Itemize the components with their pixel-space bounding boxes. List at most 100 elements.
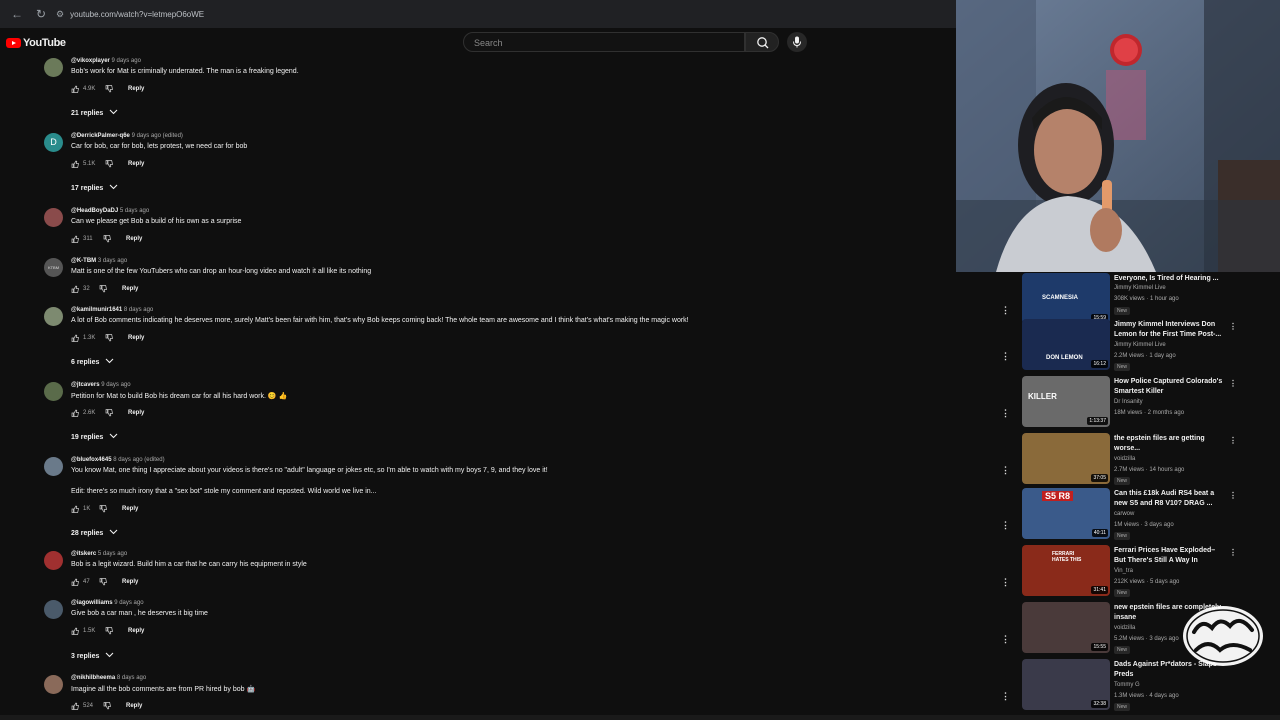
- more-options-icon[interactable]: ⋮: [1001, 352, 1010, 361]
- comment-time[interactable]: 3 days ago: [98, 258, 127, 264]
- back-icon[interactable]: ←: [10, 7, 24, 21]
- comment-author[interactable]: @kamilmunir1641: [71, 307, 122, 313]
- avatar[interactable]: [44, 58, 63, 77]
- comment-time[interactable]: 5 days ago: [120, 208, 149, 214]
- dislike-icon[interactable]: [99, 505, 107, 513]
- dislike-icon[interactable]: [105, 334, 113, 342]
- view-replies-button[interactable]: 19 replies: [71, 433, 118, 441]
- like-icon[interactable]: [71, 578, 79, 586]
- recommended-video[interactable]: ⋮ 37:05 the epstein files are getting wo…: [1000, 432, 1280, 489]
- more-options-icon[interactable]: ⋮: [1229, 491, 1237, 500]
- more-options-icon[interactable]: ⋮: [1001, 635, 1010, 644]
- avatar[interactable]: [44, 457, 63, 476]
- search-button[interactable]: [745, 32, 779, 52]
- dislike-icon[interactable]: [103, 702, 111, 710]
- comment-time[interactable]: 9 days ago (edited): [132, 133, 183, 139]
- dislike-icon[interactable]: [105, 627, 113, 635]
- dislike-icon[interactable]: [105, 85, 113, 93]
- reply-button[interactable]: Reply: [122, 286, 138, 292]
- reply-button[interactable]: Reply: [122, 579, 138, 585]
- recommended-video[interactable]: ⋮ DON LEMON 16:12 Jimmy Kimmel Interview…: [1000, 318, 1280, 375]
- recommended-video[interactable]: ⋮ FERRARI HATES THIS 31:41 Ferrari Price…: [1000, 544, 1280, 601]
- video-thumbnail[interactable]: SCAMNESIA 15:59: [1022, 273, 1110, 324]
- like-icon[interactable]: [71, 285, 79, 293]
- video-title[interactable]: Everyone, Is Tired of Hearing ...: [1114, 274, 1226, 284]
- comment-author[interactable]: @bluefox4645: [71, 457, 112, 463]
- video-thumbnail[interactable]: 37:05: [1022, 433, 1110, 484]
- more-options-icon[interactable]: ⋮: [1229, 322, 1237, 331]
- reload-icon[interactable]: ↻: [34, 7, 48, 21]
- reply-button[interactable]: Reply: [128, 335, 144, 341]
- address-bar[interactable]: ⚙ youtube.com/watch?v=letmepO6oWE: [56, 4, 936, 24]
- avatar[interactable]: [44, 382, 63, 401]
- comment-author[interactable]: @jtcavers: [71, 382, 100, 388]
- dislike-icon[interactable]: [105, 409, 113, 417]
- video-title[interactable]: the epstein files are getting worse...: [1114, 434, 1226, 454]
- comment-time[interactable]: 8 days ago: [117, 675, 146, 681]
- view-replies-button[interactable]: 21 replies: [71, 109, 118, 117]
- channel-name[interactable]: carwow: [1114, 511, 1134, 517]
- comment-time[interactable]: 5 days ago: [98, 551, 127, 557]
- comment-author[interactable]: @K-TBM: [71, 258, 96, 264]
- like-icon[interactable]: [71, 160, 79, 168]
- comment-time[interactable]: 8 days ago (edited): [113, 457, 164, 463]
- video-thumbnail[interactable]: KILLER 1:13:37: [1022, 376, 1110, 427]
- comment-time[interactable]: 8 days ago: [124, 307, 153, 313]
- like-icon[interactable]: [71, 85, 79, 93]
- like-icon[interactable]: [71, 627, 79, 635]
- comment-author[interactable]: @HeadBoyDaDJ: [71, 208, 118, 214]
- more-options-icon[interactable]: ⋮: [1001, 578, 1010, 587]
- more-options-icon[interactable]: ⋮: [1001, 521, 1010, 530]
- more-options-icon[interactable]: ⋮: [1001, 692, 1010, 701]
- video-thumbnail[interactable]: 32:38: [1022, 659, 1110, 710]
- comment-author[interactable]: @itskerc: [71, 551, 96, 557]
- channel-name[interactable]: Jimmy Kimmel Live: [1114, 342, 1166, 348]
- search-input[interactable]: Search: [463, 32, 745, 52]
- video-thumbnail[interactable]: DON LEMON 16:12: [1022, 319, 1110, 370]
- avatar[interactable]: [44, 600, 63, 619]
- comment-author[interactable]: @vikoxplayer: [71, 58, 110, 64]
- recommended-video[interactable]: ⋮ S5 R8 40:11 Can this £18k Audi RS4 bea…: [1000, 487, 1280, 544]
- reply-button[interactable]: Reply: [122, 506, 138, 512]
- channel-name[interactable]: Vin_tra: [1114, 568, 1133, 574]
- video-title[interactable]: Can this £18k Audi RS4 beat a new S5 and…: [1114, 489, 1226, 509]
- youtube-logo[interactable]: YouTube: [6, 37, 66, 49]
- more-options-icon[interactable]: ⋮: [1229, 548, 1237, 557]
- reply-button[interactable]: Reply: [128, 628, 144, 634]
- avatar[interactable]: [44, 675, 63, 694]
- video-thumbnail[interactable]: FERRARI HATES THIS 31:41: [1022, 545, 1110, 596]
- dislike-icon[interactable]: [105, 160, 113, 168]
- avatar[interactable]: KTBM: [44, 258, 63, 277]
- channel-name[interactable]: Tommy G: [1114, 682, 1140, 688]
- like-icon[interactable]: [71, 235, 79, 243]
- video-title[interactable]: Ferrari Prices Have Exploded– But There'…: [1114, 546, 1226, 566]
- reply-button[interactable]: Reply: [128, 161, 144, 167]
- like-icon[interactable]: [71, 505, 79, 513]
- avatar[interactable]: [44, 307, 63, 326]
- avatar[interactable]: [44, 551, 63, 570]
- more-options-icon[interactable]: ⋮: [1001, 409, 1010, 418]
- more-options-icon[interactable]: ⋮: [1001, 466, 1010, 475]
- channel-name[interactable]: voidzilla: [1114, 625, 1135, 631]
- video-title[interactable]: Jimmy Kimmel Interviews Don Lemon for th…: [1114, 320, 1226, 340]
- avatar[interactable]: D: [44, 133, 63, 152]
- dislike-icon[interactable]: [99, 285, 107, 293]
- dislike-icon[interactable]: [99, 578, 107, 586]
- channel-name[interactable]: voidzilla: [1114, 456, 1135, 462]
- view-replies-button[interactable]: 28 replies: [71, 529, 118, 537]
- comment-author[interactable]: @nikhilbheema: [71, 675, 115, 681]
- comment-time[interactable]: 9 days ago: [114, 600, 143, 606]
- reply-button[interactable]: Reply: [126, 236, 142, 242]
- reply-button[interactable]: Reply: [128, 410, 144, 416]
- recommended-video[interactable]: ⋮ KILLER 1:13:37 How Police Captured Col…: [1000, 375, 1280, 432]
- view-replies-button[interactable]: 6 replies: [71, 358, 114, 366]
- reply-button[interactable]: Reply: [126, 703, 142, 709]
- more-options-icon[interactable]: ⋮: [1001, 306, 1010, 315]
- like-icon[interactable]: [71, 409, 79, 417]
- comment-time[interactable]: 9 days ago: [101, 382, 130, 388]
- reply-button[interactable]: Reply: [128, 86, 144, 92]
- channel-name[interactable]: Dr Insanity: [1114, 399, 1143, 405]
- more-options-icon[interactable]: ⋮: [1229, 379, 1237, 388]
- comment-author[interactable]: @DerrickPalmer-q6e: [71, 133, 130, 139]
- more-options-icon[interactable]: ⋮: [1229, 436, 1237, 445]
